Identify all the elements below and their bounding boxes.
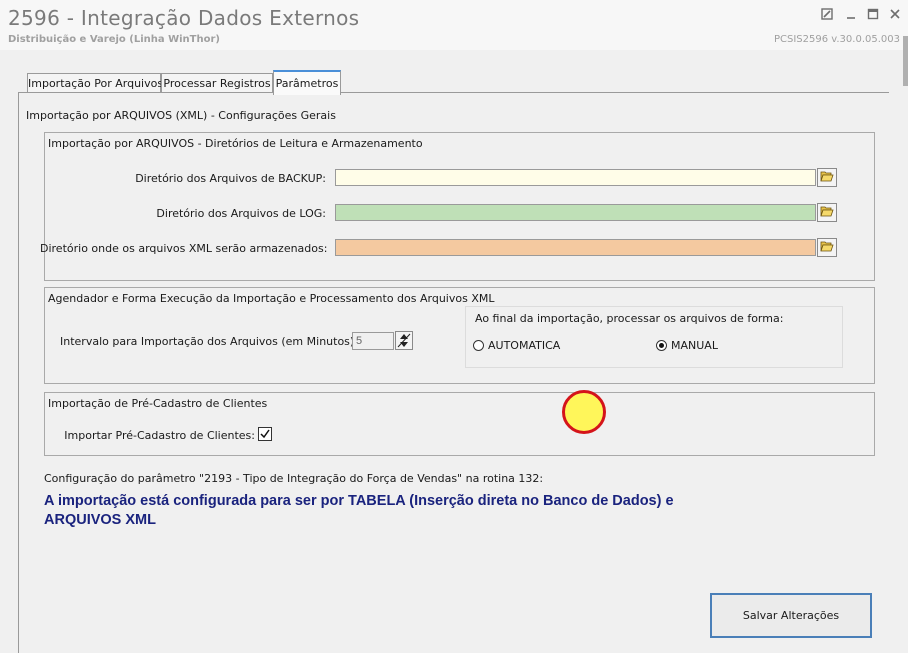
integration-notice: A importação está configurada para ser p… [44, 493, 674, 528]
xml-dir-label: Diretório onde os arquivos XML serão arm… [40, 242, 328, 255]
tab-importacao-por-arquivos[interactable]: Importação Por Arquivos [27, 73, 163, 93]
process-mode-title: Ao final da importação, processar os arq… [475, 312, 784, 325]
preregistration-checkbox-label: Importar Pré-Cadastro de Clientes: [64, 429, 255, 442]
window-subtitle: Distribuição e Varejo (Linha WinThor) [8, 34, 220, 45]
checkmark-icon [260, 429, 270, 439]
maximize-icon[interactable] [866, 8, 880, 22]
cursor-highlight [562, 390, 606, 434]
manual-label[interactable]: MANUAL [671, 339, 718, 352]
scheduler-group-title: Agendador e Forma Execução da Importação… [48, 292, 495, 305]
backup-dir-label: Diretório dos Arquivos de BACKUP: [135, 172, 326, 185]
interval-stepper[interactable] [395, 331, 413, 350]
log-dir-label: Diretório dos Arquivos de LOG: [156, 207, 326, 220]
interval-label: Intervalo para Importação dos Arquivos (… [60, 335, 358, 348]
window-edge [903, 36, 908, 86]
save-button[interactable]: Salvar Alterações [710, 593, 872, 638]
section-title: Importação por ARQUIVOS (XML) - Configur… [26, 109, 336, 122]
interval-input[interactable] [352, 332, 394, 350]
tab-parametros[interactable]: Parâmetros [273, 70, 341, 95]
folder-open-icon [820, 205, 834, 220]
minimize-icon[interactable] [844, 8, 858, 22]
log-dir-input[interactable] [335, 204, 816, 221]
automatica-radio[interactable] [473, 340, 484, 351]
folder-open-icon [820, 170, 834, 185]
backup-dir-input[interactable] [335, 169, 816, 186]
manual-radio[interactable] [656, 340, 667, 351]
edit-icon[interactable] [820, 8, 834, 22]
xml-folder-button[interactable] [817, 238, 837, 257]
xml-dir-input[interactable] [335, 239, 816, 256]
folder-open-icon [820, 240, 834, 255]
preregistration-group-title: Importação de Pré-Cadastro de Clientes [48, 397, 268, 410]
window-title: 2596 - Integração Dados Externos [8, 6, 360, 30]
tab-processar-registros[interactable]: Processar Registros [161, 73, 273, 93]
log-folder-button[interactable] [817, 203, 837, 222]
close-icon[interactable] [888, 8, 902, 22]
preregistration-checkbox[interactable] [258, 427, 272, 441]
directories-group-title: Importação por ARQUIVOS - Diretórios de … [48, 137, 423, 150]
parameter-note: Configuração do parâmetro "2193 - Tipo d… [44, 472, 544, 485]
backup-folder-button[interactable] [817, 168, 837, 187]
automatica-label[interactable]: AUTOMATICA [488, 339, 560, 352]
version-label: PCSIS2596 v.30.0.05.003 [773, 34, 900, 45]
